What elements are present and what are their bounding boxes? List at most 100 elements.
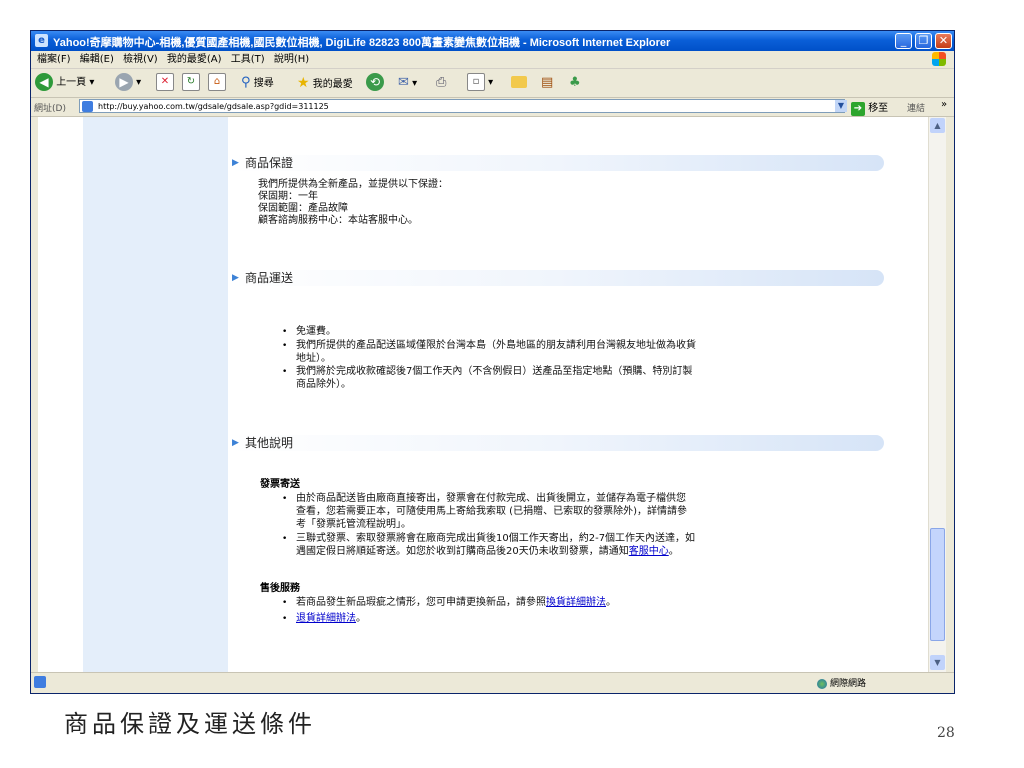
invoice-item: 考「發票託管流程說明」。: [296, 519, 411, 530]
after-sales-item: 若商品發生新品瑕疵之情形，您可申請更換新品，請參照換貨詳細辦法。: [296, 596, 616, 609]
window-title: Yahoo!奇摩購物中心-相機,優質國產相機,國民數位相機, DigiLife …: [53, 37, 671, 49]
triangle-icon: ▶: [232, 158, 239, 168]
go-button[interactable]: ➔ 移至: [851, 99, 888, 116]
mail-icon: ✉: [398, 75, 409, 90]
minimize-button[interactable]: _: [895, 33, 912, 49]
customer-service-link[interactable]: 客服中心: [629, 546, 669, 557]
menu-bar: 檔案(F) 編輯(E) 檢視(V) 我的最愛(A) 工具(T) 說明(H): [31, 51, 954, 69]
bullet: [282, 616, 289, 623]
edit-button[interactable]: ▫ ▾: [467, 73, 493, 93]
warranty-title: 商品保證: [245, 156, 294, 170]
research-button[interactable]: ▤: [541, 73, 553, 93]
triangle-icon: ▶: [232, 438, 239, 448]
forward-button[interactable]: ▶ ▾: [115, 73, 141, 93]
ie-icon: e: [35, 34, 48, 47]
printer-icon: ⎙: [436, 75, 447, 90]
close-button[interactable]: ✕: [935, 33, 952, 49]
stop-button[interactable]: ✕: [156, 73, 174, 93]
history-icon: ⟲: [366, 73, 384, 91]
go-arrow-icon: ➔: [851, 102, 865, 116]
invoice-item: 三聯式發票、索取發票將會在廠商完成出貨後10個工作天寄出，約2-7個工作天內送達…: [296, 533, 696, 544]
other-section-header: ▶ 其他說明: [229, 435, 884, 451]
links-label[interactable]: 連結: [907, 101, 925, 114]
after-sales-text-end: 。: [356, 613, 366, 624]
bullet: [282, 536, 289, 543]
back-label: 上一頁: [56, 77, 87, 88]
invoice-item: 查看，您若需要正本，可隨使用馬上寄給我索取 (已捐贈、已索取的發票除外)，詳情請…: [296, 506, 687, 517]
after-sales-heading: 售後服務: [260, 583, 300, 594]
links-chevron-icon[interactable]: »: [941, 99, 947, 110]
page-content: ▶ 商品保證 我們所提供為全新產品，並提供以下保證： 保固期：一年 保固範圍：產…: [38, 117, 928, 672]
shipping-item: 我們所提供的產品配送區域僅限於台灣本島（外島地區的朋友請利用台灣親友地址做為收貨: [296, 340, 696, 351]
star-icon: ★: [297, 75, 310, 91]
messenger-icon: ♣: [569, 75, 581, 90]
after-sales-item: 退貨詳細辦法。: [296, 612, 366, 625]
triangle-icon: ▶: [232, 273, 239, 283]
refresh-icon: ↻: [182, 73, 200, 91]
bullet: [282, 496, 289, 503]
globe-icon: [817, 678, 827, 689]
browser-window: e Yahoo!奇摩購物中心-相機,優質國產相機,國民數位相機, DigiLif…: [30, 30, 955, 694]
shipping-item: 免運費。: [296, 326, 336, 337]
forward-arrow-icon: ▶: [115, 73, 133, 91]
shipping-section-header: ▶ 商品運送: [229, 270, 884, 286]
home-icon: ⌂: [208, 73, 226, 91]
page-status-icon: [34, 676, 46, 688]
slide-caption: 商品保證及運送條件: [64, 710, 316, 738]
address-input[interactable]: http://buy.yahoo.com.tw/gdsale/gdsale.as…: [79, 99, 845, 113]
search-label: 搜尋: [253, 78, 274, 89]
warranty-line: 顧客諮詢服務中心：本站客服中心。: [258, 215, 418, 226]
history-button[interactable]: ⟲: [366, 73, 384, 93]
address-dropdown-icon[interactable]: ▼: [835, 100, 847, 112]
back-button[interactable]: ◀ 上一頁 ▾: [35, 73, 94, 93]
menu-view[interactable]: 檢視(V): [123, 51, 158, 68]
exchange-details-link[interactable]: 換貨詳細辦法: [546, 597, 606, 608]
toolbar: ◀ 上一頁 ▾ ▶ ▾ ✕ ↻ ⌂ ⚲ 搜尋 ★ 我的最愛 ⟲ ✉ ▾ ⎙ ▫ …: [31, 69, 954, 98]
invoice-heading: 發票寄送: [260, 479, 300, 490]
bullet: [282, 600, 289, 607]
scroll-up-icon[interactable]: ▲: [930, 118, 945, 133]
research-icon: ▤: [541, 75, 554, 90]
invoice-item-line: 遇國定假日將順延寄送。如您於收到訂購商品後20天仍未收到發票，請通知客服中心。: [296, 545, 679, 558]
favorites-button[interactable]: ★ 我的最愛: [297, 73, 353, 93]
vertical-scrollbar[interactable]: ▲ ▼: [928, 117, 946, 672]
invoice-text: 遇國定假日將順延寄送。如您於收到訂購商品後20天仍未收到發票，請通知: [296, 546, 629, 557]
maximize-button[interactable]: ❐: [915, 33, 932, 49]
menu-tools[interactable]: 工具(T): [231, 51, 265, 68]
title-bar: e Yahoo!奇摩購物中心-相機,優質國產相機,國民數位相機, DigiLif…: [31, 31, 954, 51]
slide-page-number: 28: [937, 725, 955, 741]
after-sales-text: 若商品發生新品瑕疵之情形，您可申請更換新品，請參照: [296, 597, 546, 608]
menu-edit[interactable]: 編輯(E): [80, 51, 114, 68]
warranty-section-header: ▶ 商品保證: [229, 155, 884, 171]
menu-file[interactable]: 檔案(F): [37, 51, 71, 68]
left-column: [83, 117, 228, 672]
go-label: 移至: [868, 103, 889, 114]
shipping-item: 地址）。: [296, 353, 331, 364]
stop-icon: ✕: [156, 73, 174, 91]
print-button[interactable]: ⎙: [436, 73, 446, 93]
scroll-thumb[interactable]: [930, 528, 945, 641]
search-button[interactable]: ⚲ 搜尋: [241, 73, 274, 93]
return-details-link[interactable]: 退貨詳細辦法: [296, 613, 356, 624]
refresh-button[interactable]: ↻: [182, 73, 200, 93]
mail-button[interactable]: ✉ ▾: [398, 73, 417, 93]
home-button[interactable]: ⌂: [208, 73, 226, 93]
shipping-item: 商品除外）。: [296, 379, 351, 390]
windows-logo-icon: [932, 52, 946, 66]
folder-button[interactable]: [511, 73, 527, 93]
shipping-item: 我們將於完成收款確認後7個工作天內（不含例假日）送產品至指定地點（預購、特別訂製: [296, 366, 693, 377]
favorites-label: 我的最愛: [312, 79, 353, 90]
search-icon: ⚲: [241, 75, 251, 90]
other-title: 其他說明: [245, 436, 294, 450]
invoice-item: 由於商品配送皆由廠商直接寄出，發票會在付款完成、出貨後開立，並儲存為電子檔供您: [296, 493, 686, 504]
shipping-title: 商品運送: [245, 271, 294, 285]
back-arrow-icon: ◀: [35, 73, 53, 91]
scroll-down-icon[interactable]: ▼: [930, 655, 945, 670]
messenger-button[interactable]: ♣: [569, 73, 581, 93]
menu-help[interactable]: 說明(H): [274, 51, 309, 68]
menu-favorites[interactable]: 我的最愛(A): [167, 51, 222, 68]
folder-icon: [511, 76, 527, 88]
invoice-text-end: 。: [668, 546, 679, 557]
zone-label: 網際網路: [830, 679, 867, 689]
address-url: http://buy.yahoo.com.tw/gdsale/gdsale.as…: [98, 102, 329, 111]
